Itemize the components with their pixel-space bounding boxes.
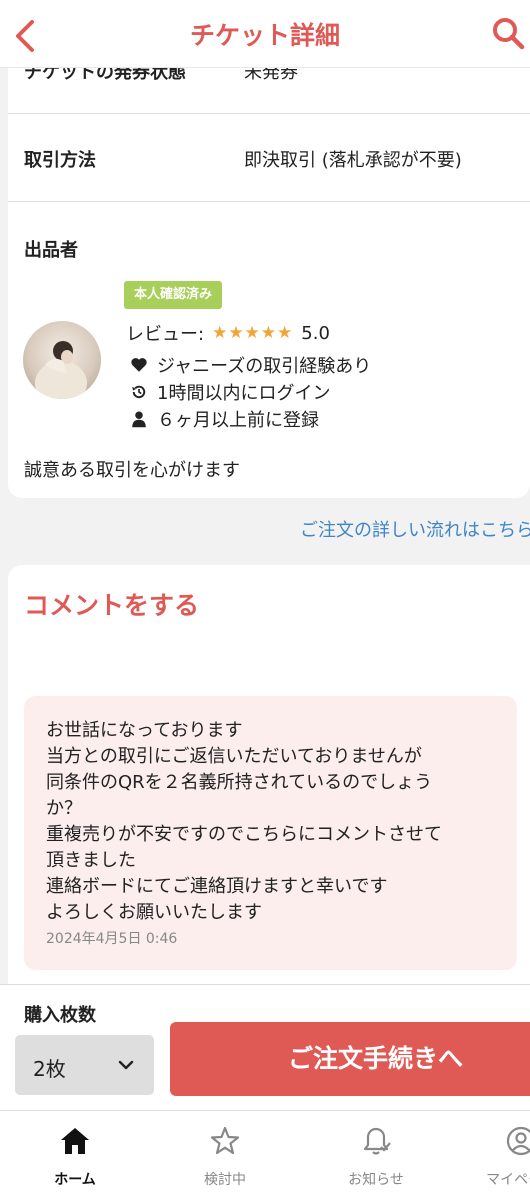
tab-label: お知らせ: [348, 1172, 404, 1188]
tab-notifications[interactable]: お知らせ: [321, 1111, 431, 1200]
comment-title[interactable]: コメントをする: [24, 586, 199, 622]
chevron-down-icon: [118, 1060, 134, 1070]
order-button[interactable]: ご注文手続きへ: [170, 1022, 530, 1096]
tab-mypage[interactable]: マイページ: [466, 1111, 530, 1200]
comment-card: コメントをする お世話になっております 当方との取引にご返信いただいておりません…: [8, 565, 530, 995]
comment-bubble: お世話になっております 当方との取引にご返信いただいておりませんが 同条件のQR…: [24, 696, 517, 970]
registration: ６ヶ月以上前に登録: [130, 406, 319, 432]
trade-method-label: 取引方法: [24, 150, 96, 171]
seller-review: レビュー: ★★★★★ 5.0: [126, 320, 330, 346]
seller-greeting: 誠意ある取引を心がけます: [24, 460, 240, 481]
star-icon: [210, 1126, 240, 1155]
tab-home[interactable]: ホーム: [20, 1111, 130, 1200]
seller-section-label: 出品者: [24, 240, 78, 261]
comment-timestamp: 2024年4月5日 0:46: [46, 931, 178, 947]
comment-line: よろしくお願いいたします: [46, 902, 262, 923]
history-icon: [132, 385, 146, 399]
trade-experience: ジャニーズの取引経験あり: [130, 352, 371, 378]
quantity-label: 購入枚数: [24, 1005, 96, 1026]
registration-text: ６ヶ月以上前に登録: [157, 410, 319, 431]
rating-stars-icon: ★★★★★: [212, 323, 294, 343]
user-circle-icon: [506, 1126, 530, 1156]
app-header: チケット詳細: [0, 0, 530, 68]
rating-value: 5.0: [301, 322, 330, 344]
tab-favorites[interactable]: 検討中: [170, 1111, 280, 1200]
review-label: レビュー:: [126, 324, 205, 345]
user-icon: [132, 411, 146, 428]
comment-line: か？: [46, 798, 82, 819]
page-title: チケット詳細: [189, 21, 340, 50]
quantity-select[interactable]: 2枚: [15, 1035, 154, 1095]
last-login-text: 1時間以内にログイン: [157, 383, 331, 404]
avatar-photo: [35, 341, 87, 399]
tab-label: マイページ: [486, 1172, 530, 1188]
comment-line: 同条件のQRを２名義所持されているのでしょう: [46, 772, 433, 793]
trade-method-value: 即決取引 (落札承認が不要): [244, 150, 462, 171]
home-icon: [61, 1128, 89, 1154]
comment-line: 連絡ボードにてご連絡頂けますと幸いです: [46, 876, 388, 897]
divider: [8, 201, 530, 202]
tab-label: 検討中: [204, 1172, 246, 1188]
heart-icon: [131, 358, 147, 372]
trade-experience-text: ジャニーズの取引経験あり: [157, 356, 372, 377]
comment-line: お世話になっております: [46, 720, 243, 741]
order-flow-link[interactable]: ご注文の詳しい流れはこちら: [300, 516, 530, 542]
bottom-tab-bar: ホーム 検討中 お知らせ マイページ: [0, 1110, 530, 1200]
search-icon[interactable]: [490, 16, 526, 52]
seller-avatar[interactable]: [23, 321, 101, 399]
comment-line: 重複売りが不安ですのでこちらにコメントさせて: [46, 824, 442, 845]
last-login: 1時間以内にログイン: [130, 379, 330, 405]
comment-line: 頂きました: [46, 850, 136, 871]
comment-line: 当方との取引にご返信いただいておりませんが: [46, 746, 422, 767]
ticket-details-card: チケットの発券状態 未発券 取引方法 即決取引 (落札承認が不要) 出品者 本人…: [8, 0, 530, 498]
purchase-bar: 購入枚数 2枚 ご注文手続きへ: [0, 984, 530, 1110]
verified-badge: 本人確認済み: [124, 281, 222, 309]
tab-label: ホーム: [54, 1172, 96, 1188]
quantity-value: 2枚: [33, 1057, 66, 1081]
divider: [8, 113, 530, 114]
bell-icon: [363, 1127, 391, 1155]
